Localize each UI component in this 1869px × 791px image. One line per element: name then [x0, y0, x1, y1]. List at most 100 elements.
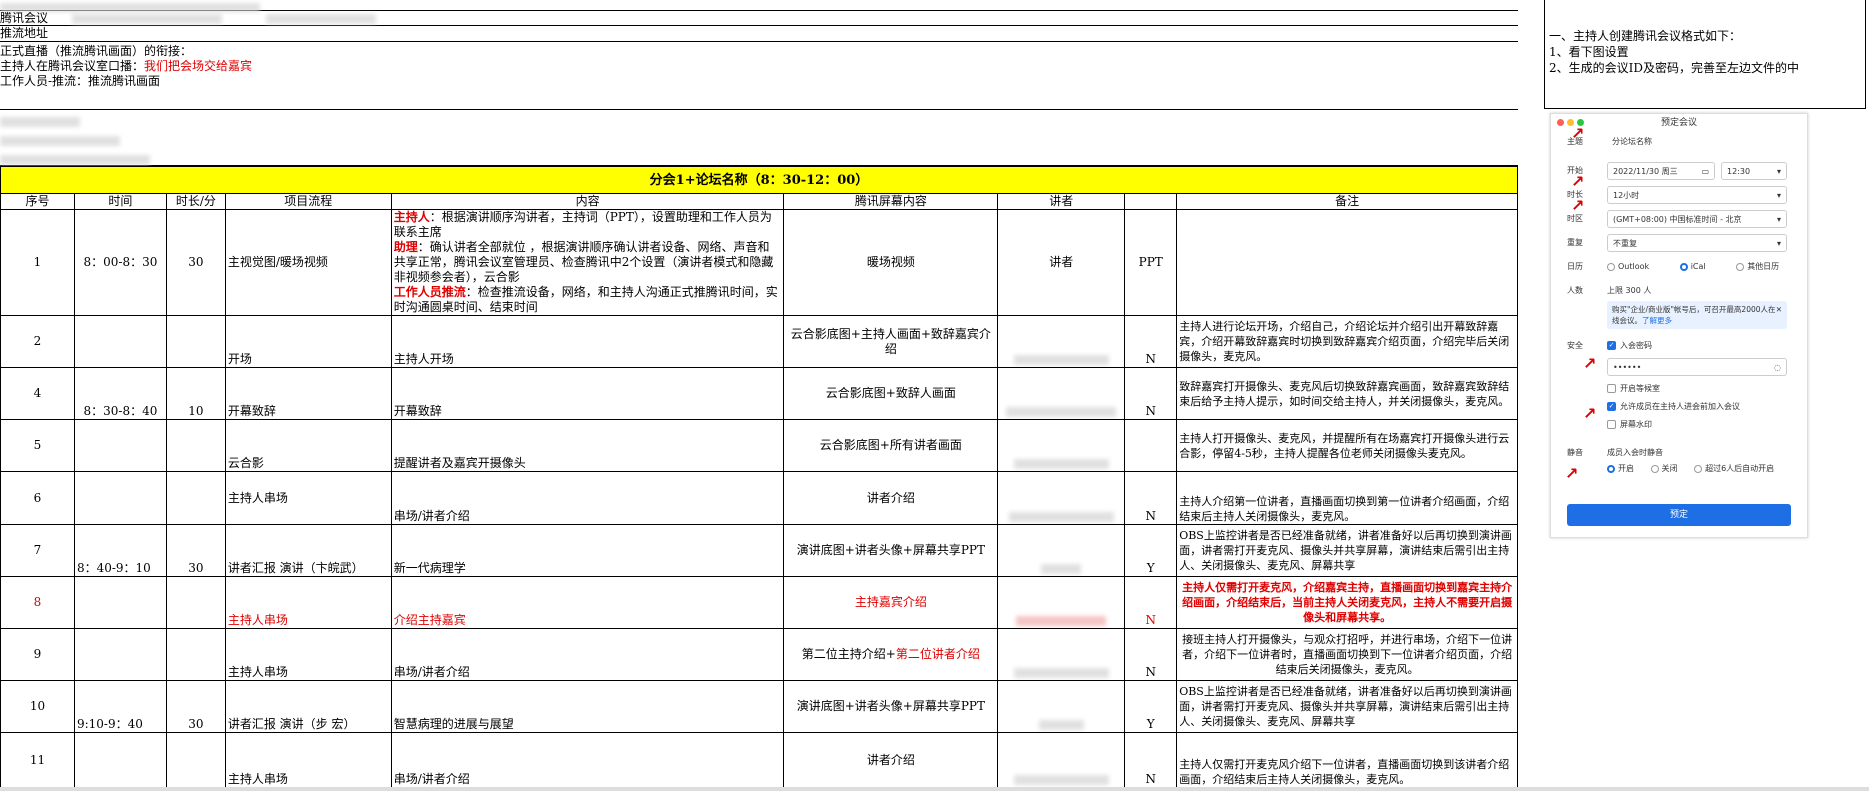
cell-speaker-blurred	[997, 471, 1126, 525]
waiting-room-checkbox[interactable]: 开启等候室	[1607, 380, 1660, 398]
cell-speaker-blurred	[997, 576, 1126, 629]
stream-address-row[interactable]: 推流地址	[0, 26, 1518, 42]
col-header-ppt[interactable]	[1124, 193, 1178, 210]
cell-time	[73, 315, 167, 368]
allow-before-host-label: 允许成员在主持人进会前加入会议	[1620, 402, 1740, 411]
cell-content: 串场/讲者介绍	[390, 471, 785, 525]
table-row[interactable]: 9 主持人串场 串场/讲者介绍 第二位主持介绍+第二位讲者介绍 N 接班主持人打…	[0, 628, 1518, 681]
duration-select[interactable]: 12小时 ▾	[1607, 186, 1787, 204]
cell-speaker-blurred	[997, 524, 1126, 577]
screen-red: 第二位讲者介绍	[895, 647, 980, 661]
cell-no: 8	[0, 576, 75, 629]
cell-no: 9	[0, 628, 75, 681]
col-header-screen[interactable]: 腾讯屏幕内容	[783, 193, 999, 210]
subject-input[interactable]: 分论坛名称	[1607, 133, 1787, 151]
cell-note: OBS上监控讲者是否已经准备就绪，讲者准备好以后再切换到演讲画面，讲者需打开麦克…	[1176, 524, 1518, 577]
table-row[interactable]: 10 9:10-9：40 30 讲者汇报 演讲（步 宏） 智慧病理的进展与展望 …	[0, 680, 1518, 733]
col-header-speaker[interactable]: 讲者	[997, 193, 1126, 210]
start-date-picker[interactable]: 2022/11/30 周三 ▭	[1607, 162, 1715, 180]
table-row[interactable]: 5 云合影 提醒讲者及嘉宾开摄像头 云合影底图+所有讲者画面 主持人打开摄像头、…	[0, 419, 1518, 472]
tencent-meeting-row[interactable]: 腾讯会议	[0, 11, 1518, 26]
cell-speaker-blurred	[997, 628, 1126, 681]
cell-ppt: N	[1124, 732, 1178, 788]
col-header-content[interactable]: 内容	[390, 193, 785, 210]
checkbox-icon	[1607, 384, 1616, 393]
cell-duration	[165, 576, 226, 629]
table-row[interactable]: 11 主持人串场 串场/讲者介绍 讲者介绍 N 主持人仅需打开麦克风介绍下一位讲…	[0, 732, 1518, 788]
mute-option-auto[interactable]: 超过6人后自动开启	[1694, 464, 1774, 473]
cell-note: 主持人介绍第一位讲者，直播画面切换到第一位讲者介绍画面，介绍结束后主持人关闭摄像…	[1176, 471, 1518, 525]
calendar-option-label: Outlook	[1618, 262, 1650, 271]
mute-options: 开启 关闭 超过6人后自动开启	[1607, 460, 1774, 478]
schedule-button[interactable]: 预定	[1567, 504, 1791, 526]
timezone-select[interactable]: (GMT+08:00) 中国标准时间 - 北京 ▾	[1607, 210, 1787, 228]
repeat-select[interactable]: 不重复 ▾	[1607, 234, 1787, 252]
cell-flow: 开幕致辞	[224, 367, 392, 420]
mute-option-off[interactable]: 关闭	[1650, 464, 1678, 473]
cell-flow: 开场	[224, 315, 392, 368]
cell-note: 接班主持人打开摄像头，与观众打招呼，并进行串场，介绍下一位讲者，介绍下一位讲者时…	[1176, 628, 1518, 681]
handoff-line2: 工作人员-推流：推流腾讯画面	[0, 74, 161, 88]
cell-flow: 主持人串场	[224, 628, 392, 681]
cell-time	[73, 732, 167, 788]
cell-speaker-blurred	[997, 732, 1126, 788]
cell-time: 8：40-9：10	[73, 524, 167, 577]
password-input[interactable]: •••••• ◌	[1607, 358, 1787, 376]
spreadsheet: 腾讯会议 推流地址 正式直播（推流腾讯画面）的衔接： 主持人在腾讯会议室口播：我…	[0, 0, 1518, 791]
col-header-no[interactable]: 序号	[0, 193, 75, 210]
radio-icon	[1694, 464, 1703, 473]
allow-before-host-checkbox[interactable]: ✓ 允许成员在主持人进会前加入会议	[1607, 398, 1740, 416]
col-header-duration[interactable]: 时长/分	[165, 193, 226, 210]
people-label: 人数	[1567, 286, 1583, 295]
chevron-down-icon: ▾	[1776, 167, 1781, 176]
table-row[interactable]: 6 主持人串场 串场/讲者介绍 讲者介绍 N 主持人介绍第一位讲者，直播画面切换…	[0, 471, 1518, 525]
cell-flow: 云合影	[224, 419, 392, 472]
annotation-arrow-icon: ↗	[1571, 196, 1585, 215]
calendar-option-other[interactable]: 其他日历	[1736, 262, 1779, 271]
cell-note: OBS上监控讲者是否已经准备就绪，讲者准备好以后再切换到演讲画面，讲者需打开麦克…	[1176, 680, 1518, 733]
cell-note: 致辞嘉宾打开摄像头、麦克风后切换致辞嘉宾画面，致辞嘉宾致辞结束后给予主持人提示，…	[1176, 367, 1518, 420]
mute-option-on[interactable]: 开启	[1607, 464, 1634, 473]
side-note-line1: 一、主持人创建腾讯会议格式如下：	[1549, 29, 1742, 43]
close-dot-icon[interactable]	[1557, 119, 1564, 126]
radio-icon	[1650, 464, 1659, 473]
calendar-option-outlook[interactable]: Outlook	[1607, 262, 1649, 271]
learn-more-link[interactable]: 了解更多	[1642, 316, 1672, 325]
cell-flow: 主持人串场	[224, 576, 392, 629]
table-row[interactable]: 8 主持人串场 介绍主持嘉宾 主持嘉宾介绍 N 主持人仅需打开麦克风，介绍嘉宾主…	[0, 576, 1518, 629]
col-header-time[interactable]: 时间	[73, 193, 167, 210]
sheet-bottom-scrollbar[interactable]	[0, 787, 1869, 791]
cell-time: 9:10-9：40	[73, 680, 167, 733]
table-row[interactable]: 7 8：40-9：10 30 讲者汇报 演讲（卞皖武） 新一代病理学 演讲底图+…	[0, 524, 1518, 577]
calendar-option-ical[interactable]: iCal	[1679, 262, 1706, 271]
table-row[interactable]: 4 8：30-8：40 10 开幕致辞 开幕致辞 云合影底图+致辞人画面 N 致…	[0, 367, 1518, 420]
notice-text: 购买"企业/商业版"帐号后，可召开最高2000人在线会议。	[1612, 305, 1776, 325]
start-time-select[interactable]: 12:30 ▾	[1721, 162, 1787, 180]
radio-selected-icon	[1679, 262, 1688, 271]
table-row[interactable]: 1 8：00-8：30 30 主视觉图/暖场视频 主持人：根据演讲顺序沟讲者，主…	[0, 209, 1518, 316]
radio-icon	[1607, 262, 1615, 271]
start-time-value: 12:30	[1727, 167, 1751, 176]
col-header-flow[interactable]: 项目流程	[224, 193, 392, 210]
eye-off-icon[interactable]: ◌	[1774, 359, 1781, 377]
col-header-notes[interactable]: 备注	[1176, 193, 1518, 210]
cell-ppt: N	[1124, 315, 1178, 368]
side-note-line3: 2、生成的会议ID及密码，完善至左边文件的中	[1549, 61, 1799, 75]
watermark-checkbox[interactable]: 屏幕水印	[1607, 416, 1652, 434]
cell-duration	[165, 419, 226, 472]
screen-prefix: 第二位主持介绍+	[801, 647, 896, 661]
close-icon[interactable]: ✕	[1776, 304, 1782, 315]
cell-flow: 主视觉图/暖场视频	[224, 209, 392, 316]
cell-content: 介绍主持嘉宾	[390, 576, 785, 629]
password-checkbox[interactable]: ✓ 入会密码	[1607, 337, 1652, 355]
timezone-value: (GMT+08:00) 中国标准时间 - 北京	[1613, 215, 1742, 224]
cell-speaker: 讲者	[997, 209, 1126, 316]
cell-content: 串场/讲者介绍	[390, 732, 785, 788]
cell-content: 串场/讲者介绍	[390, 628, 785, 681]
repeat-label: 重复	[1567, 238, 1583, 247]
schedule-meeting-dialog: 预定会议 主题 分论坛名称 开始 2022/11/30 周三 ▭ 12:30 ▾ 时…	[1550, 113, 1808, 538]
calendar-option-label: 其他日历	[1747, 262, 1780, 271]
cell-time: 8：00-8：30	[73, 209, 167, 316]
schedule-table: 分会1+论坛名称（8：30-12：00） 序号 时间 时长/分 项目流程 内容 …	[0, 166, 1518, 788]
table-row[interactable]: 2 开场 主持人开场 云合影底图+主持人画面+致辞嘉宾介绍 N 主持人进行论坛开…	[0, 315, 1518, 368]
